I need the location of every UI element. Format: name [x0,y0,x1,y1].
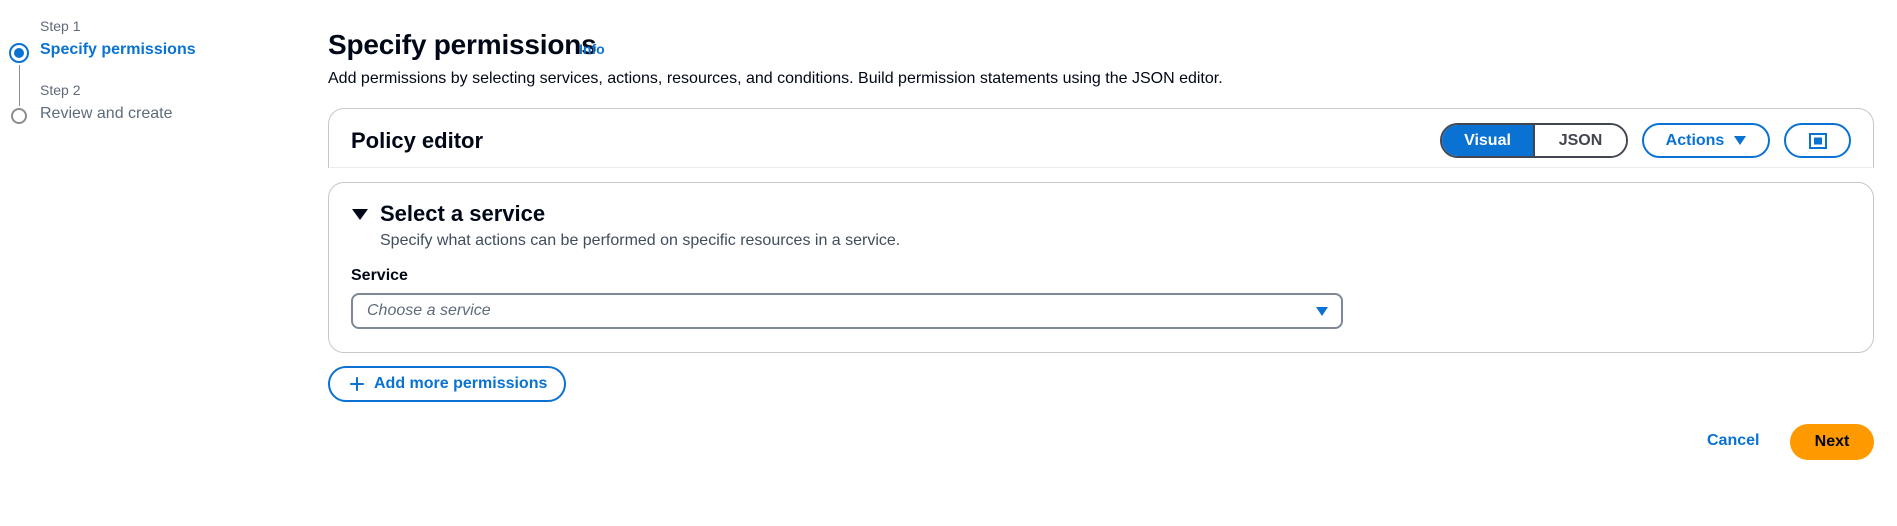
json-mode-button[interactable]: JSON [1533,125,1626,156]
next-button[interactable]: Next [1790,424,1874,460]
service-select-placeholder: Choose a service [367,302,491,319]
page-description: Add permissions by selecting services, a… [328,70,1223,87]
caret-down-icon [1734,136,1747,145]
add-more-permissions-label: Add more permissions [374,375,548,392]
policy-editor-title: Policy editor [351,128,484,153]
editor-mode-toggle: Visual JSON [1440,123,1628,158]
cancel-button[interactable]: Cancel [1707,432,1759,450]
plus-icon [350,377,364,391]
step-connector-line [19,65,20,106]
service-select[interactable]: Choose a service [351,293,1343,329]
step-1-number: Step 1 [40,18,81,34]
page-title: Specify permissions [328,29,597,60]
select-service-description: Specify what actions can be performed on… [380,232,901,249]
actions-label: Actions [1665,131,1725,149]
fullscreen-button[interactable] [1784,123,1851,158]
step-1-link[interactable]: Specify permissions [40,41,196,59]
select-service-heading[interactable]: Select a service [380,201,545,227]
info-link[interactable]: Info [579,41,605,57]
fullscreen-icon [1808,132,1827,149]
expand-caret-icon[interactable] [352,209,368,220]
policy-editor-divider [330,167,1872,168]
select-caret-down-icon [1316,307,1328,316]
step-2-number: Step 2 [40,82,81,98]
visual-mode-button[interactable]: Visual [1442,125,1533,156]
add-more-permissions-button[interactable]: Add more permissions [328,366,566,402]
step-2-inactive-icon [11,108,27,124]
step-1-active-icon [9,43,29,63]
wizard-stepper: Step 1 Specify permissions Step 2 Review… [0,0,300,140]
actions-dropdown-button[interactable]: Actions [1642,123,1770,158]
step-2-label: Review and create [40,105,173,122]
service-field-label: Service [351,267,408,284]
